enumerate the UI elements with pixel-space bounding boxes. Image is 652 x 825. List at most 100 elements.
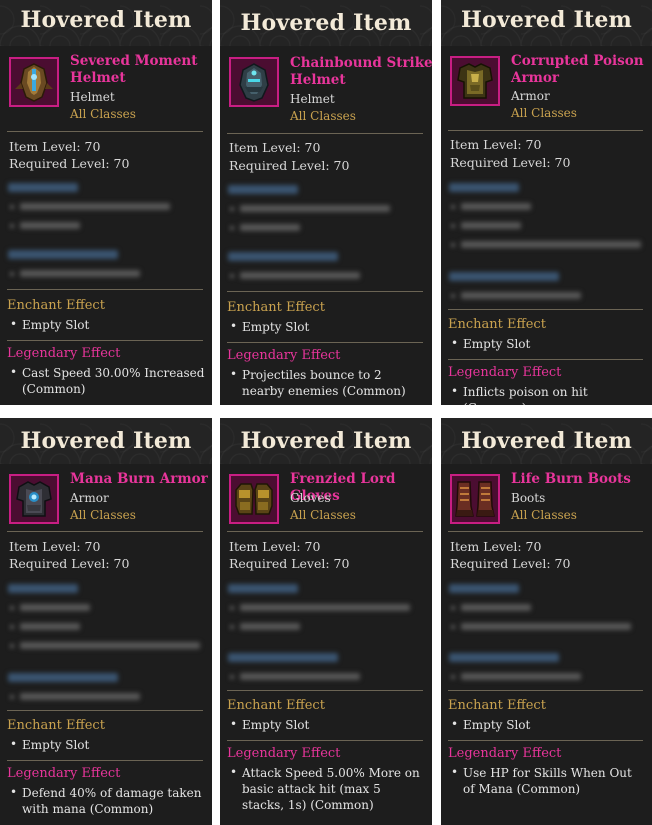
tooltip-header: Hovered Item: [0, 418, 212, 464]
divider: [448, 690, 643, 691]
item-class: All Classes: [70, 508, 136, 522]
boots-icon: [450, 474, 500, 524]
tooltip-title: Hovered Item: [240, 10, 412, 36]
enchant-effect-heading: Enchant Effect: [448, 317, 546, 332]
blurred-effects: [449, 180, 642, 310]
legendary-effect-text: Cast Speed 30.00% Increased (Common): [22, 366, 205, 396]
divider: [448, 531, 643, 532]
required-level: Required Level: 70: [229, 556, 350, 571]
item-tooltip-card: Hovered Item Chainbound Strike Helmet He…: [220, 0, 432, 405]
divider: [448, 740, 643, 741]
blurred-effects: [449, 581, 642, 691]
armor-icon: [9, 474, 59, 524]
item-name: Mana Burn Armor: [70, 471, 208, 487]
armor-icon: [450, 56, 500, 106]
blurred-effects: [8, 180, 202, 290]
legendary-effect-text: Attack Speed 5.00% More on basic attack …: [242, 766, 420, 812]
legendary-effect-heading: Legendary Effect: [7, 346, 121, 361]
bullet-icon: •: [451, 384, 459, 398]
legendary-effect-heading: Legendary Effect: [448, 746, 562, 761]
tooltip-title: Hovered Item: [20, 428, 192, 454]
divider: [448, 309, 643, 310]
item-type: Gloves: [290, 491, 331, 505]
item-name: Severed Moment Helmet: [70, 53, 198, 86]
legendary-effect-text: Projectiles bounce to 2 nearby enemies (…: [242, 368, 406, 398]
item-level: Item Level: 70: [9, 539, 101, 554]
divider: [227, 342, 423, 343]
item-type: Helmet: [290, 92, 335, 106]
item-name: Chainbound Strike Helmet: [290, 55, 432, 88]
item-level: Item Level: 70: [450, 539, 542, 554]
enchant-effect-heading: Enchant Effect: [227, 300, 325, 315]
bullet-icon: •: [451, 717, 459, 731]
legendary-effect-heading: Legendary Effect: [227, 746, 341, 761]
tooltip-title: Hovered Item: [461, 428, 632, 454]
required-level: Required Level: 70: [450, 155, 571, 170]
bullet-icon: •: [10, 737, 18, 751]
divider: [7, 131, 203, 132]
tooltip-header: Hovered Item: [441, 418, 652, 464]
blurred-effects: [8, 581, 202, 711]
enchant-effect-heading: Enchant Effect: [227, 698, 325, 713]
item-tooltip-card: Hovered Item Severed Moment Helmet Helme…: [0, 0, 212, 405]
item-level: Item Level: 70: [450, 137, 542, 152]
divider: [227, 690, 423, 691]
bullet-icon: •: [10, 785, 18, 799]
gloves-icon: [229, 474, 279, 524]
item-class: All Classes: [290, 109, 356, 123]
divider: [7, 710, 203, 711]
item-level: Item Level: 70: [229, 140, 321, 155]
item-tooltip-card: Hovered Item Mana Burn Armor Armor All C…: [0, 418, 212, 825]
tooltip-title: Hovered Item: [461, 7, 632, 33]
blurred-effects: [228, 581, 422, 691]
bullet-icon: •: [230, 319, 238, 333]
enchant-slot: Empty Slot: [242, 320, 310, 334]
item-type: Boots: [511, 491, 546, 505]
bullet-icon: •: [451, 765, 459, 779]
bullet-icon: •: [10, 317, 18, 331]
divider: [227, 531, 423, 532]
item-name: Corrupted Poison Armor: [511, 53, 644, 86]
bullet-icon: •: [230, 765, 238, 779]
bullet-icon: •: [10, 365, 18, 379]
item-type: Armor: [511, 89, 550, 103]
legendary-effect-text: Use HP for Skills When Out of Mana (Comm…: [463, 766, 632, 796]
enchant-slot: Empty Slot: [242, 718, 310, 732]
required-level: Required Level: 70: [450, 556, 571, 571]
tooltip-header: Hovered Item: [441, 0, 652, 46]
legendary-effect-heading: Legendary Effect: [7, 766, 121, 781]
bullet-icon: •: [230, 367, 238, 381]
legendary-effect-heading: Legendary Effect: [448, 365, 562, 380]
tooltip-header: Hovered Item: [0, 0, 212, 46]
bullet-icon: •: [451, 336, 459, 350]
tooltip-title: Hovered Item: [20, 7, 192, 33]
item-tooltip-card: Hovered Item Life Burn Boots Boots All C…: [441, 418, 652, 825]
required-level: Required Level: 70: [9, 556, 130, 571]
item-class: All Classes: [511, 106, 577, 120]
item-level: Item Level: 70: [9, 139, 101, 154]
divider: [7, 760, 203, 761]
helmet-icon: [9, 57, 59, 107]
enchant-effect-heading: Enchant Effect: [7, 718, 105, 733]
bullet-icon: •: [230, 717, 238, 731]
enchant-effect-heading: Enchant Effect: [7, 298, 105, 313]
divider: [227, 133, 423, 134]
helmet-icon: [229, 57, 279, 107]
divider: [448, 359, 643, 360]
required-level: Required Level: 70: [9, 156, 130, 171]
enchant-effect-heading: Enchant Effect: [448, 698, 546, 713]
tooltip-header: Hovered Item: [220, 0, 432, 46]
divider: [7, 289, 203, 290]
item-class: All Classes: [70, 107, 136, 121]
divider: [7, 340, 203, 341]
enchant-slot: Empty Slot: [463, 718, 531, 732]
divider: [227, 291, 423, 292]
item-tooltip-card: Hovered Item Frenzied Lord Gloves Gloves…: [220, 418, 432, 825]
item-class: All Classes: [511, 508, 577, 522]
enchant-slot: Empty Slot: [22, 738, 90, 752]
item-tooltip-card: Hovered Item Corrupted Poison Armor Armo…: [441, 0, 652, 405]
item-type: Armor: [70, 491, 109, 505]
enchant-slot: Empty Slot: [22, 318, 90, 332]
legendary-effect-heading: Legendary Effect: [227, 348, 341, 363]
item-level: Item Level: 70: [229, 539, 321, 554]
